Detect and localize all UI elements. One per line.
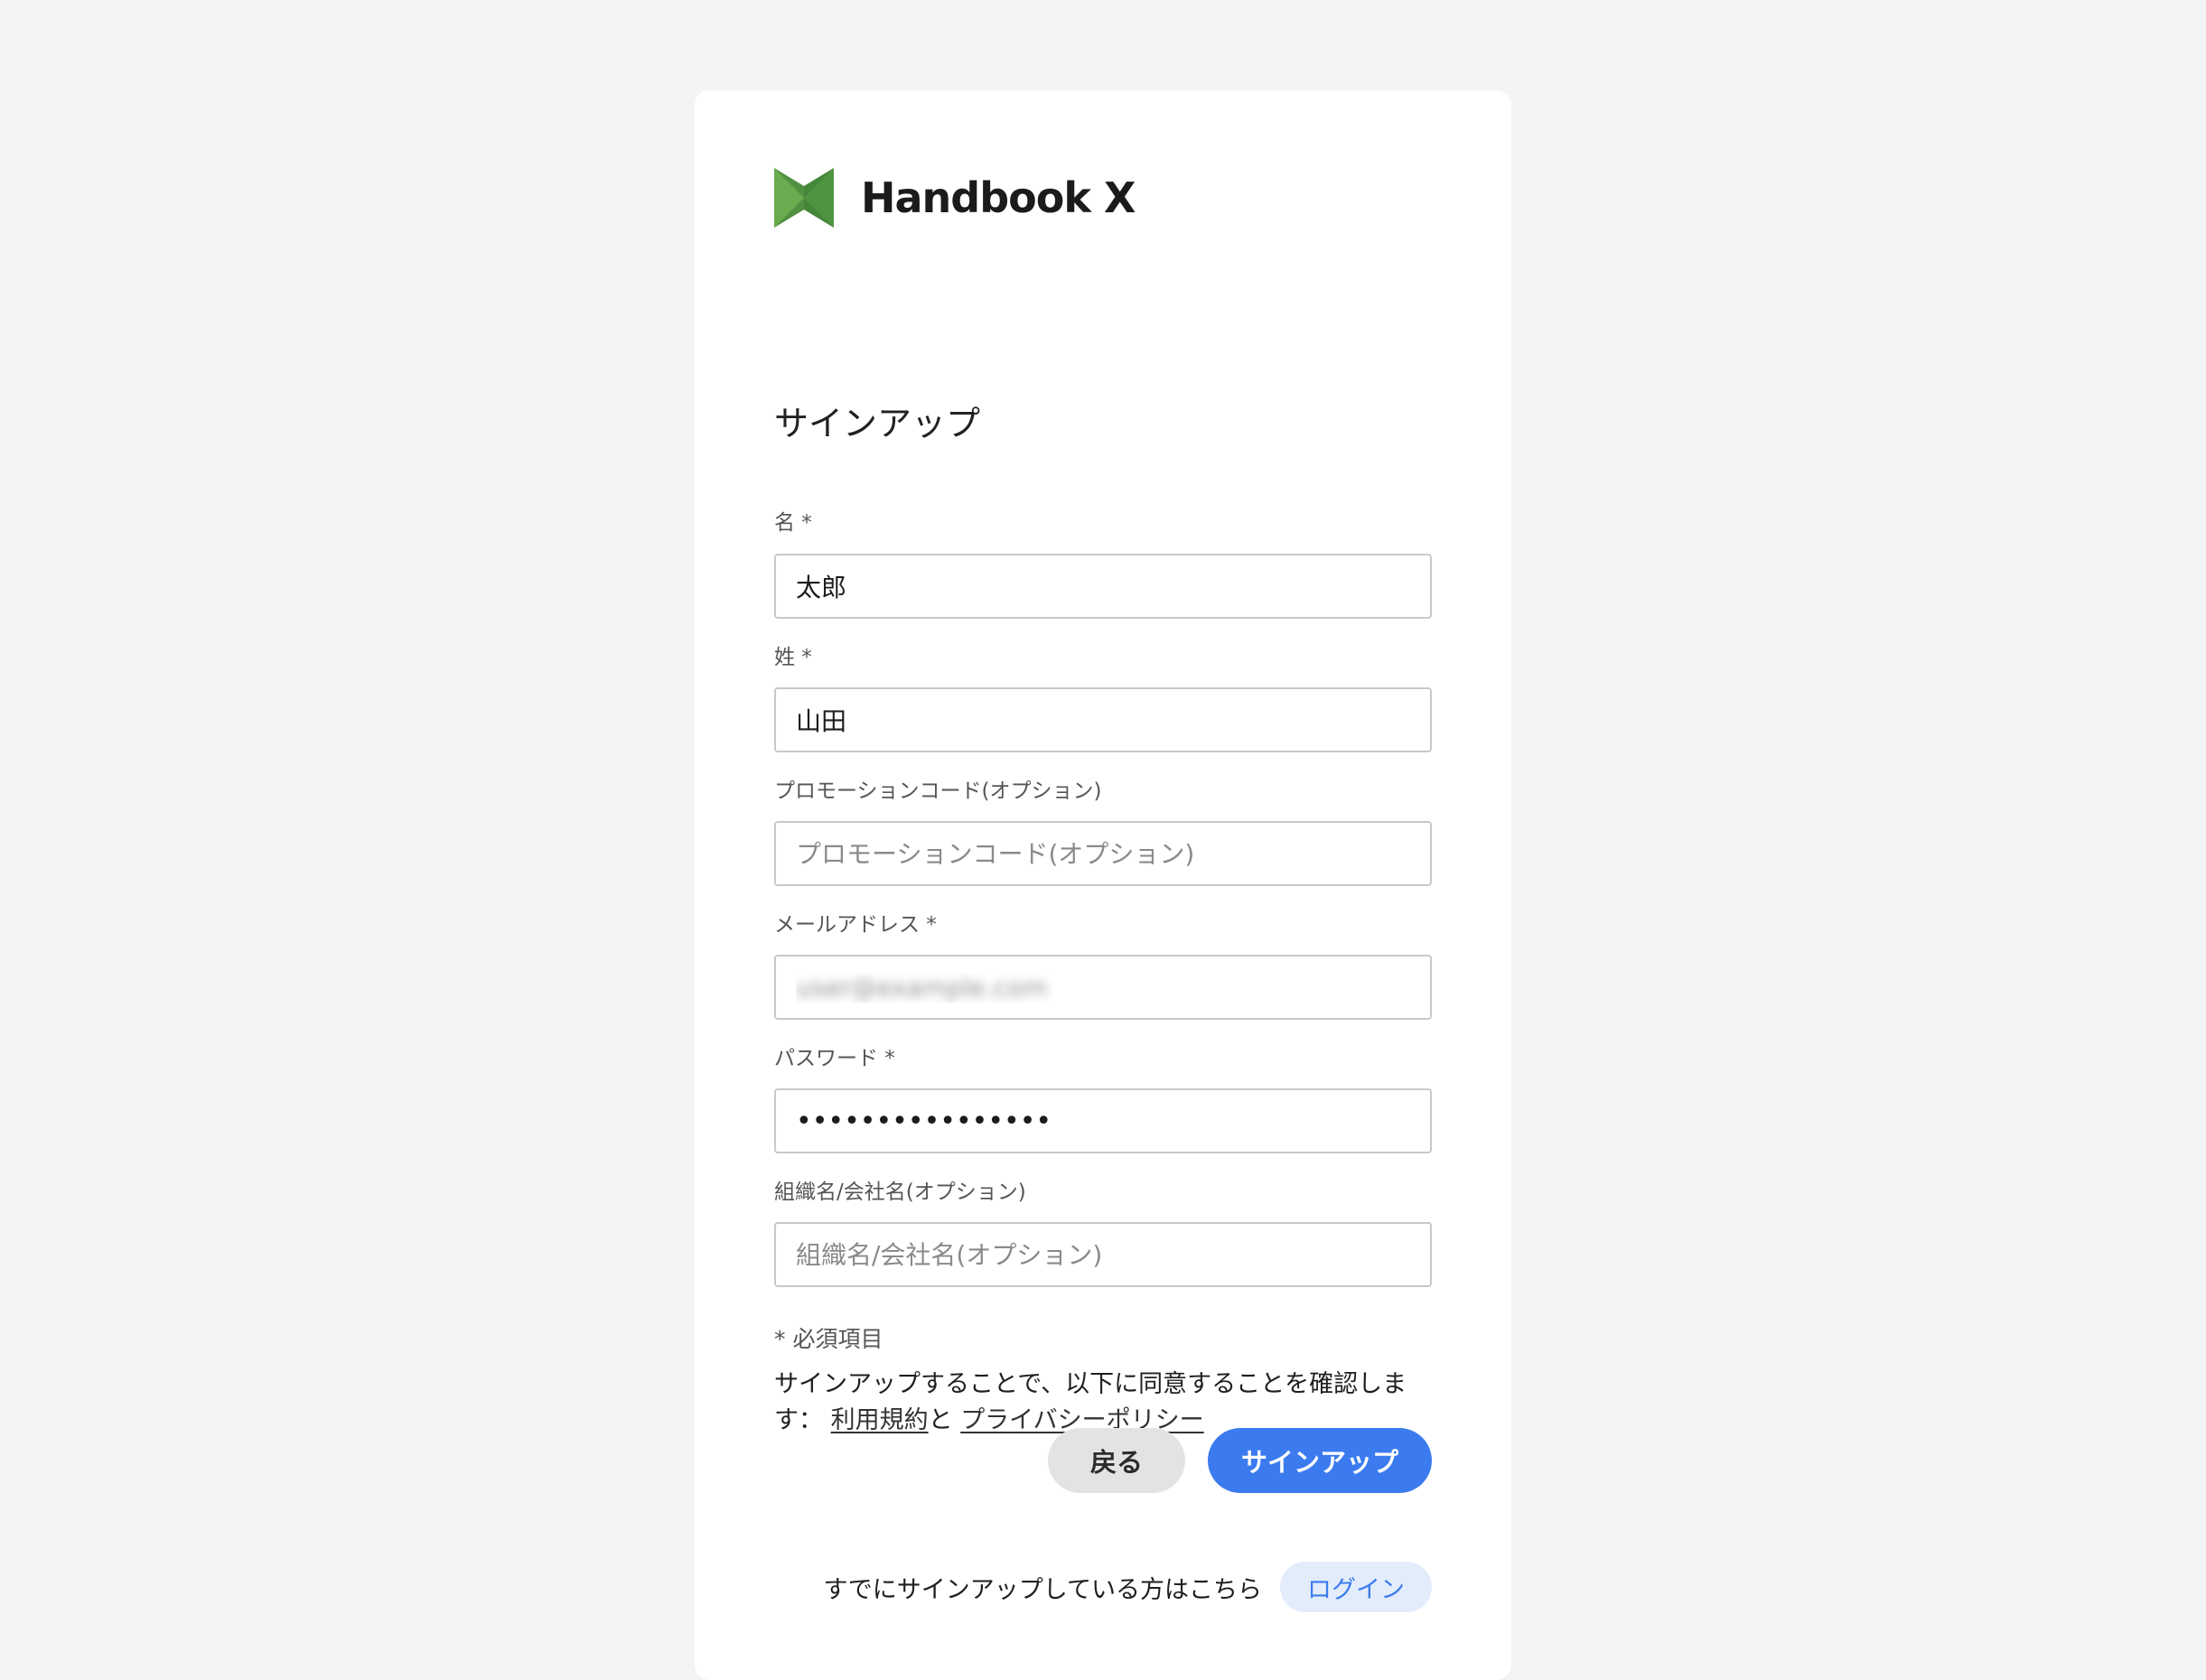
agreement-prefix: サインアップすることで、以下に同意することを確認しま xyxy=(774,1370,1407,1398)
last-name-input[interactable] xyxy=(774,687,1432,752)
password-label: パスワード * xyxy=(774,1047,895,1070)
promo-code-label: プロモーションコード(オプション) xyxy=(774,779,1102,803)
password-input[interactable] xyxy=(774,1088,1432,1153)
first-name-input[interactable] xyxy=(774,554,1432,619)
email-input[interactable] xyxy=(774,955,1432,1020)
login-button[interactable]: ログイン xyxy=(1280,1562,1432,1612)
and-text: と xyxy=(928,1406,953,1434)
agreement-prefix-2: す： xyxy=(774,1406,823,1434)
back-button[interactable]: 戻る xyxy=(1048,1428,1185,1493)
first-name-label: 名 * xyxy=(774,511,812,535)
organization-input[interactable] xyxy=(774,1222,1432,1287)
login-prompt: すでにサインアップしている方はこちら xyxy=(823,1575,1262,1604)
brand-name: Handbook X xyxy=(861,173,1136,222)
signup-button[interactable]: サインアップ xyxy=(1208,1428,1432,1493)
organization-label: 組織名/会社名(オプション) xyxy=(774,1181,1026,1204)
signup-card: Handbook X サインアップ 名 * 姓 * プロモーションコード(オプシ… xyxy=(695,90,1511,1680)
login-row: すでにサインアップしている方はこちら ログイン xyxy=(774,1561,1432,1613)
handbook-x-logo-icon xyxy=(774,168,834,228)
page-title: サインアップ xyxy=(774,404,981,443)
promo-code-input[interactable] xyxy=(774,821,1432,886)
email-label: メールアドレス * xyxy=(774,913,937,937)
required-note: * 必須項目 xyxy=(774,1326,883,1352)
terms-link[interactable]: 利用規約 xyxy=(831,1406,929,1434)
last-name-label: 姓 * xyxy=(774,646,812,669)
brand: Handbook X xyxy=(774,168,1136,228)
